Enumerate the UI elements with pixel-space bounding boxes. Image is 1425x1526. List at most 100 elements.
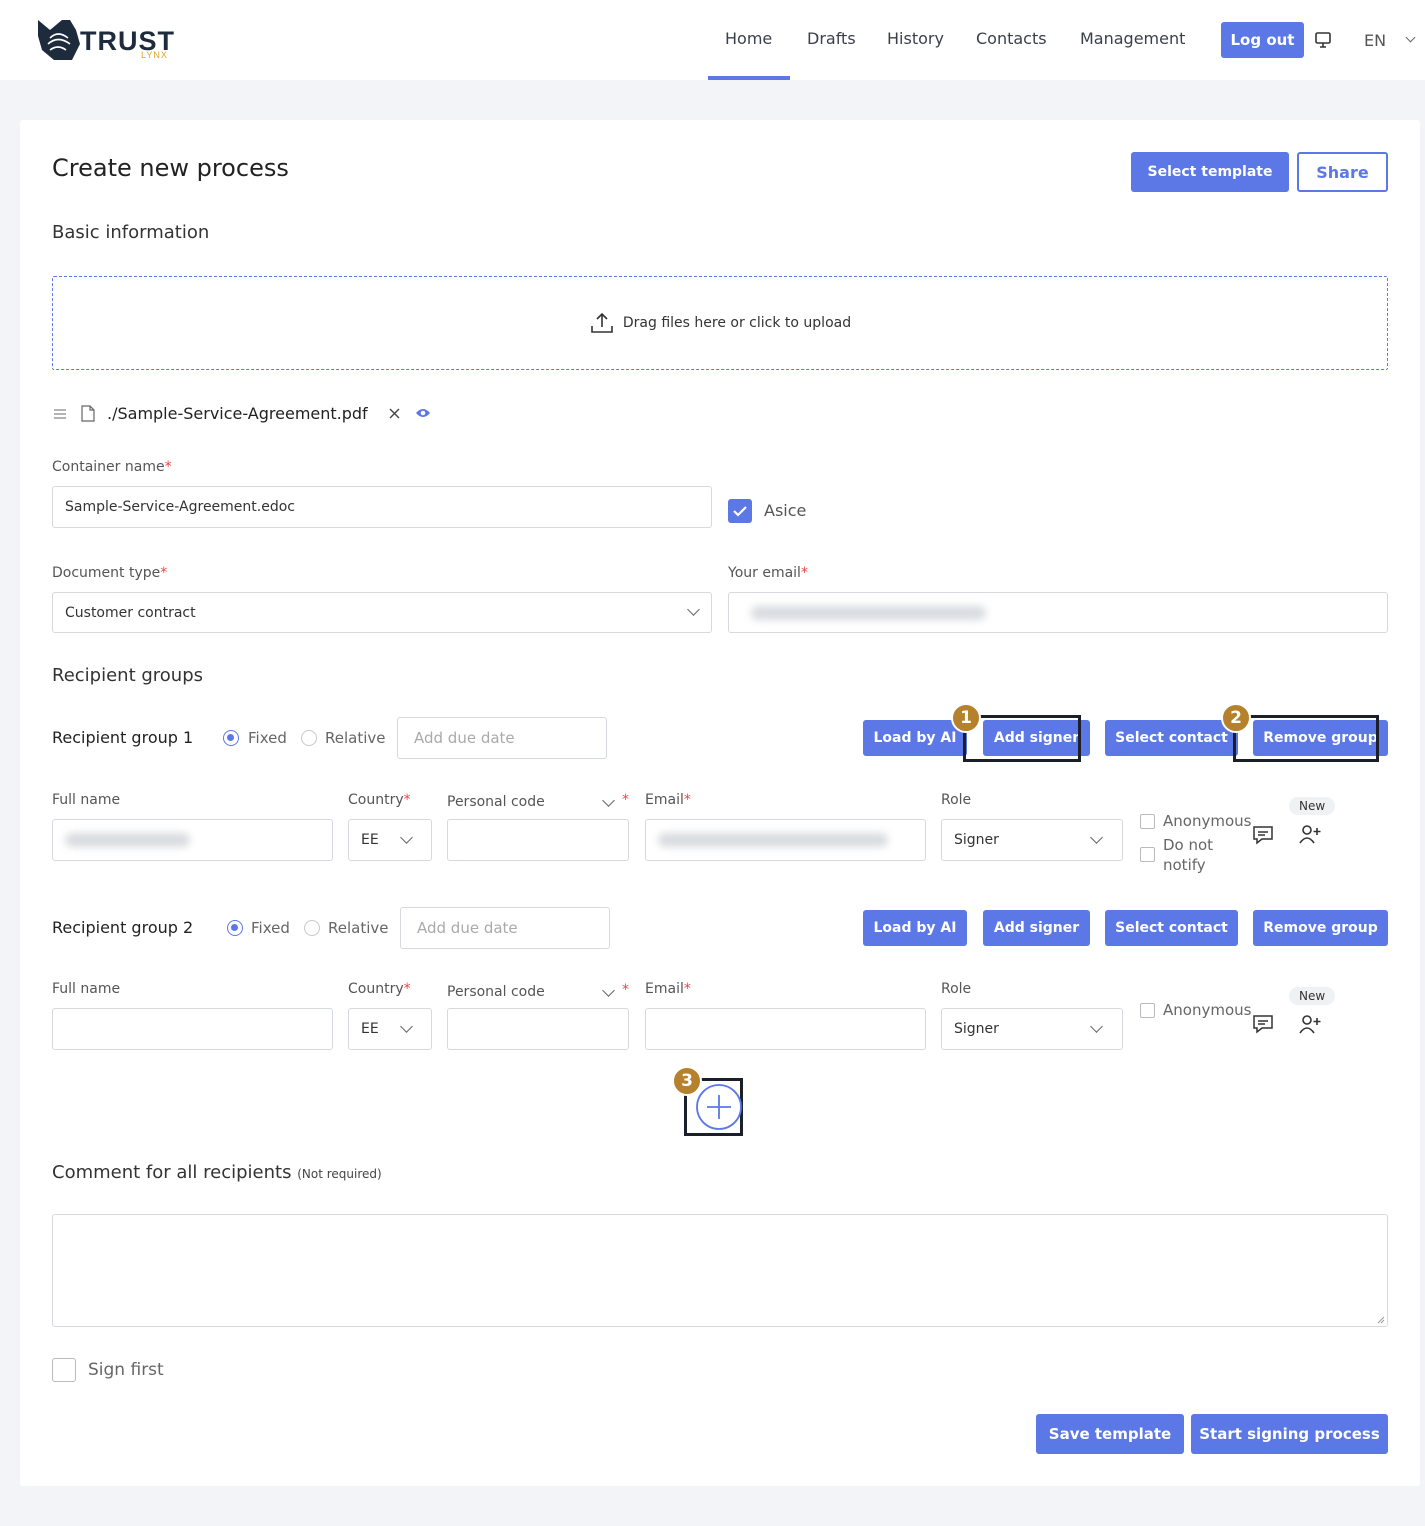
- share-button[interactable]: Share: [1297, 152, 1388, 192]
- file-icon: [81, 405, 95, 422]
- annotation-badge-3: 3: [672, 1066, 702, 1096]
- fixed-radio-1[interactable]: [223, 730, 239, 746]
- remove-group-button-2[interactable]: Remove group: [1253, 910, 1388, 946]
- container-name-input[interactable]: Sample-Service-Agreement.edoc: [52, 486, 712, 528]
- email-label-2: Email*: [645, 981, 691, 997]
- uploaded-file-name[interactable]: ./Sample-Service-Agreement.pdf: [107, 404, 368, 423]
- required-mark: *: [622, 982, 629, 998]
- redacted-name: [65, 833, 190, 847]
- fixed-label-1: Fixed: [248, 729, 287, 747]
- do-not-notify-checkbox-1[interactable]: [1140, 847, 1155, 862]
- load-by-ai-button-2[interactable]: Load by AI: [863, 910, 967, 946]
- upload-text: Drag files here or click to upload: [622, 315, 852, 331]
- country-label-1: Country*: [348, 792, 411, 808]
- relative-radio-1[interactable]: [301, 730, 317, 746]
- your-email-input[interactable]: [728, 592, 1388, 633]
- country-label-2: Country*: [348, 981, 411, 997]
- email-input-2[interactable]: [645, 1008, 926, 1050]
- comment-heading: Comment for all recipients (Not required…: [52, 1162, 382, 1183]
- select-contact-button-2[interactable]: Select contact: [1105, 910, 1238, 946]
- chevron-down-icon: [400, 1020, 413, 1033]
- due-date-input-2[interactable]: Add due date: [400, 907, 610, 949]
- file-dropzone[interactable]: Drag files here or click to upload: [52, 276, 1388, 370]
- full-name-input-1[interactable]: [52, 819, 333, 861]
- check-icon: [733, 506, 747, 517]
- role-select-2[interactable]: Signer: [941, 1008, 1123, 1050]
- relative-label-2: Relative: [328, 919, 389, 937]
- anonymous-checkbox-2[interactable]: [1140, 1003, 1155, 1018]
- preview-eye-icon[interactable]: [415, 407, 431, 419]
- full-name-input-2[interactable]: [52, 1008, 333, 1050]
- save-template-button[interactable]: Save template: [1036, 1414, 1184, 1454]
- annotation-badge-1: 1: [951, 703, 981, 733]
- personal-code-label-1: Personal code: [447, 794, 545, 810]
- chevron-down-icon: [1090, 1020, 1103, 1033]
- recipient-groups-heading: Recipient groups: [52, 665, 204, 686]
- not-required-note: (Not required): [297, 1167, 382, 1181]
- add-group-plus-icon[interactable]: [694, 1082, 744, 1132]
- asice-checkbox[interactable]: [728, 499, 752, 523]
- personal-code-label-2: Personal code: [447, 984, 545, 1000]
- full-name-label-2: Full name: [52, 981, 121, 997]
- start-signing-process-button[interactable]: Start signing process: [1191, 1414, 1388, 1454]
- chevron-down-icon[interactable]: [1405, 32, 1416, 43]
- container-name-label: Container name*: [52, 459, 172, 475]
- your-email-label: Your email*: [728, 565, 808, 581]
- nav-management[interactable]: Management: [1080, 29, 1185, 48]
- anonymous-label-2: Anonymous: [1163, 1001, 1252, 1019]
- resize-handle-icon[interactable]: [1376, 1315, 1385, 1324]
- country-select-1[interactable]: EE: [348, 819, 432, 861]
- language-selector[interactable]: EN: [1364, 31, 1386, 50]
- nav-contacts[interactable]: Contacts: [976, 29, 1047, 48]
- role-label-1: Role: [941, 792, 972, 808]
- new-tag-2: New: [1289, 987, 1336, 1005]
- recipient-group-1-title: Recipient group 1: [52, 728, 194, 747]
- redacted-email: [658, 833, 888, 847]
- load-by-ai-button-1[interactable]: Load by AI: [863, 720, 967, 756]
- role-select-1[interactable]: Signer: [941, 819, 1123, 861]
- select-contact-button-1[interactable]: Select contact: [1105, 720, 1238, 756]
- chevron-down-icon: [1090, 831, 1103, 844]
- highlight-box-2: [1233, 715, 1379, 762]
- comment-textarea[interactable]: [52, 1214, 1388, 1327]
- notify-label-1: notify: [1163, 856, 1206, 874]
- personal-code-input-1[interactable]: [447, 819, 629, 861]
- role-label-2: Role: [941, 981, 972, 997]
- nav-history[interactable]: History: [887, 29, 944, 48]
- fixed-radio-2[interactable]: [227, 920, 243, 936]
- do-not-label-1: Do not: [1163, 836, 1214, 854]
- sign-first-checkbox[interactable]: [52, 1358, 76, 1382]
- document-type-label: Document type*: [52, 565, 168, 581]
- document-type-select[interactable]: Customer contract: [52, 592, 712, 633]
- anonymous-label-1: Anonymous: [1163, 812, 1252, 830]
- upload-icon: [591, 312, 613, 333]
- select-template-button[interactable]: Select template: [1131, 152, 1289, 192]
- email-label-1: Email*: [645, 792, 691, 808]
- nav-home[interactable]: Home: [725, 29, 772, 48]
- full-name-label-1: Full name: [52, 792, 121, 808]
- nav-active-indicator: [708, 76, 790, 80]
- due-date-input-1[interactable]: Add due date: [397, 717, 607, 759]
- drag-handle-icon[interactable]: [53, 408, 67, 420]
- country-select-2[interactable]: EE: [348, 1008, 432, 1050]
- remove-file-icon[interactable]: [389, 408, 400, 419]
- comment-icon[interactable]: [1251, 824, 1275, 846]
- email-input-1[interactable]: [645, 819, 926, 861]
- comment-icon[interactable]: [1251, 1013, 1275, 1035]
- nav-drafts[interactable]: Drafts: [807, 29, 856, 48]
- relative-radio-2[interactable]: [304, 920, 320, 936]
- anonymous-checkbox-1[interactable]: [1140, 814, 1155, 829]
- required-mark: *: [622, 792, 629, 808]
- top-bar: TRUST LYNX Home Drafts History Contacts …: [0, 0, 1425, 80]
- new-tag-1: New: [1289, 797, 1336, 815]
- basic-info-heading: Basic information: [52, 222, 210, 243]
- fixed-label-2: Fixed: [251, 919, 290, 937]
- recipient-group-2-title: Recipient group 2: [52, 918, 194, 937]
- add-signer-button-2[interactable]: Add signer: [983, 910, 1090, 946]
- add-user-icon[interactable]: [1298, 1013, 1322, 1035]
- logout-button[interactable]: Log out: [1221, 22, 1304, 58]
- add-user-icon[interactable]: [1298, 823, 1322, 845]
- monitor-icon[interactable]: [1314, 31, 1332, 49]
- personal-code-input-2[interactable]: [447, 1008, 629, 1050]
- highlight-box-1: [963, 715, 1081, 762]
